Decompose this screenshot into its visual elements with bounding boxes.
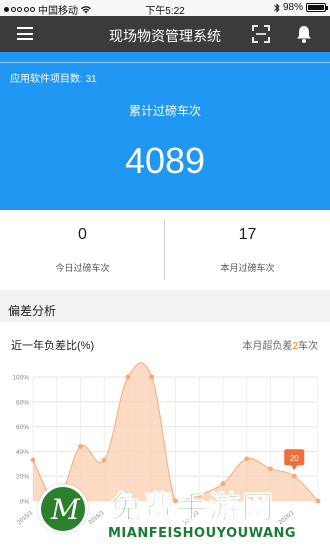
watermark-logo: M	[38, 484, 88, 534]
data-point	[101, 457, 107, 463]
section-title: 偏差分析	[8, 304, 57, 318]
project-count-label: 应用软件项目数:	[10, 74, 83, 85]
today-stat-label: 今日过磅车次	[55, 263, 110, 273]
data-point	[268, 466, 273, 472]
watermark-en: MIANFEISHOUYOUWANG	[108, 526, 297, 541]
y-tick-label: 20%	[16, 474, 29, 481]
project-count-line: 应用软件项目数: 31	[10, 70, 97, 85]
total-weigh-value: 4089	[124, 140, 206, 181]
summary-panel: 应用软件项目数: 31 累计过磅车次 4089	[0, 52, 330, 210]
data-point	[30, 457, 36, 463]
project-count-value: 31	[85, 74, 97, 85]
data-point	[125, 374, 131, 380]
watermark-cn: 免费手游网	[110, 490, 275, 527]
month-over-prefix: 本月超负差	[242, 341, 293, 352]
y-tick-label: 100%	[12, 375, 29, 382]
top-nav: 现场物资管理系统	[0, 16, 330, 52]
battery-icon	[306, 3, 328, 12]
tooltip-value: 20	[290, 454, 299, 463]
data-point	[244, 456, 250, 462]
summary-divider	[0, 62, 330, 63]
stats-row: 0 今日过磅车次 17 本月过磅车次	[0, 210, 330, 290]
status-right: 98%	[274, 2, 328, 13]
battery-percent: 98%	[282, 2, 303, 13]
bluetooth-icon	[274, 2, 280, 13]
x-tick-label: 2015/1	[16, 510, 34, 527]
month-over-deviation[interactable]: 本月超负差2车次	[242, 337, 318, 352]
section-header: 偏差分析	[0, 296, 330, 322]
status-bar: 中国移动 下午5:22 98%	[0, 0, 330, 17]
y-tick-label: 80%	[16, 399, 29, 406]
today-stat[interactable]: 0 今日过磅车次	[0, 210, 165, 290]
today-stat-value: 0	[78, 226, 87, 243]
month-stat-label: 本月过磅车次	[220, 263, 275, 273]
y-tick-label: 0%	[20, 499, 30, 506]
data-point	[78, 444, 83, 449]
bell-icon[interactable]	[296, 24, 312, 44]
watermark: M 免费手游网 MIANFEISHOUYOUWANG	[38, 478, 330, 548]
y-tick-label: 60%	[16, 424, 29, 431]
month-stat[interactable]: 17 本月过磅车次	[165, 210, 330, 290]
data-point	[149, 374, 155, 380]
chart-title: 近一年负差比(%)	[11, 340, 95, 352]
y-tick-label: 40%	[16, 449, 29, 456]
scan-icon[interactable]	[252, 25, 270, 43]
page-title: 现场物资管理系统	[109, 28, 221, 44]
total-weigh-label: 累计过磅车次	[128, 104, 201, 118]
month-stat-value: 17	[238, 226, 257, 243]
month-over-suffix: 车次	[298, 341, 318, 352]
